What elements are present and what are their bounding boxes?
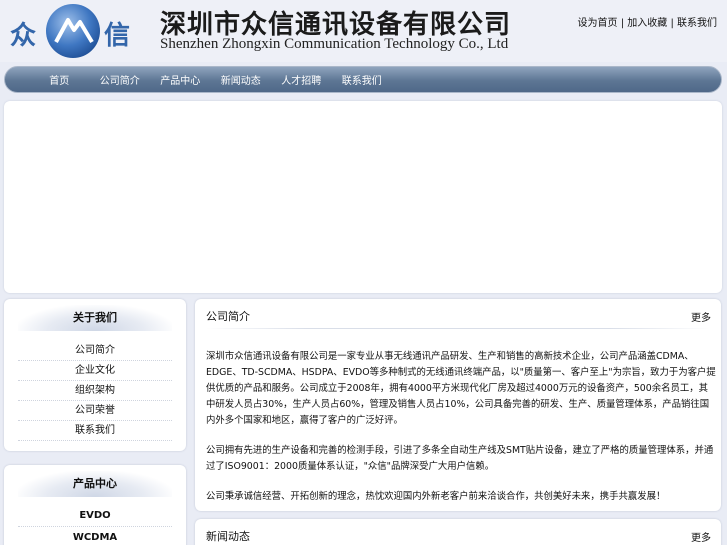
site-header: 众 信 深圳市众信通讯设备有限公司 Shenzhen Zhongxin Comm… [0, 0, 727, 62]
company-logo: 众 信 [10, 4, 130, 58]
sidebar-products-title: 产品中心 [18, 471, 172, 497]
nav-item-about[interactable]: 公司简介 [90, 72, 151, 87]
sidebar-item-profile[interactable]: 公司简介 [18, 341, 172, 361]
intro-body: 深圳市众信通讯设备有限公司是一家专业从事无线通讯产品研发、生产和销售的高新技术企… [206, 349, 716, 519]
nav-item-products[interactable]: 产品中心 [150, 72, 211, 87]
intro-paragraph-1: 深圳市众信通讯设备有限公司是一家专业从事无线通讯产品研发、生产和销售的高新技术企… [206, 351, 716, 426]
banner-area [4, 101, 722, 293]
logo-right-char: 信 [104, 21, 130, 51]
sidebar-about-panel: 关于我们 公司简介 企业文化 组织架构 公司荣誉 联系我们 [4, 299, 186, 451]
intro-paragraph-3: 公司秉承诚信经营、开拓创新的理念，热忱欢迎国内外新老客户前来洽谈合作，共创美好未… [206, 491, 666, 502]
top-links[interactable]: 设为首页 | 加入收藏 | 联系我们 [578, 14, 717, 29]
intro-title: 公司简介 [206, 310, 250, 323]
nav-item-jobs[interactable]: 人才招聘 [271, 72, 332, 87]
sidebar-item-honors[interactable]: 公司荣誉 [18, 401, 172, 421]
nav-item-contact[interactable]: 联系我们 [332, 72, 393, 87]
intro-paragraph-2: 公司拥有先进的生产设备和完善的检测手段，引进了多条全自动生产线及SMT贴片设备，… [206, 445, 714, 472]
nav-item-home[interactable]: 首页 [29, 72, 90, 87]
intro-divider [206, 328, 710, 329]
sidebar-item-evdo[interactable]: EVDO [18, 505, 172, 527]
intro-more-link[interactable]: 更多 [691, 309, 711, 324]
company-name-en: Shenzhen Zhongxin Communication Technolo… [160, 36, 509, 52]
intro-panel: 公司简介 更多 深圳市众信通讯设备有限公司是一家专业从事无线通讯产品研发、生产和… [195, 299, 721, 511]
sidebar-item-culture[interactable]: 企业文化 [18, 361, 172, 381]
sidebar-item-wcdma[interactable]: WCDMA [18, 527, 172, 545]
news-more-link[interactable]: 更多 [691, 529, 711, 544]
sidebar-item-structure[interactable]: 组织架构 [18, 381, 172, 401]
sidebar-item-contact[interactable]: 联系我们 [18, 421, 172, 441]
news-panel: 新闻动态 更多 [195, 519, 721, 545]
logo-left-char: 众 [10, 21, 36, 51]
sidebar-about-title: 关于我们 [18, 305, 172, 331]
main-nav: 首页 公司简介 产品中心 新闻动态 人才招聘 联系我们 [4, 66, 722, 93]
news-title: 新闻动态 [206, 530, 250, 543]
nav-item-news[interactable]: 新闻动态 [211, 72, 272, 87]
sidebar-products-panel: 产品中心 EVDO WCDMA [4, 465, 186, 545]
